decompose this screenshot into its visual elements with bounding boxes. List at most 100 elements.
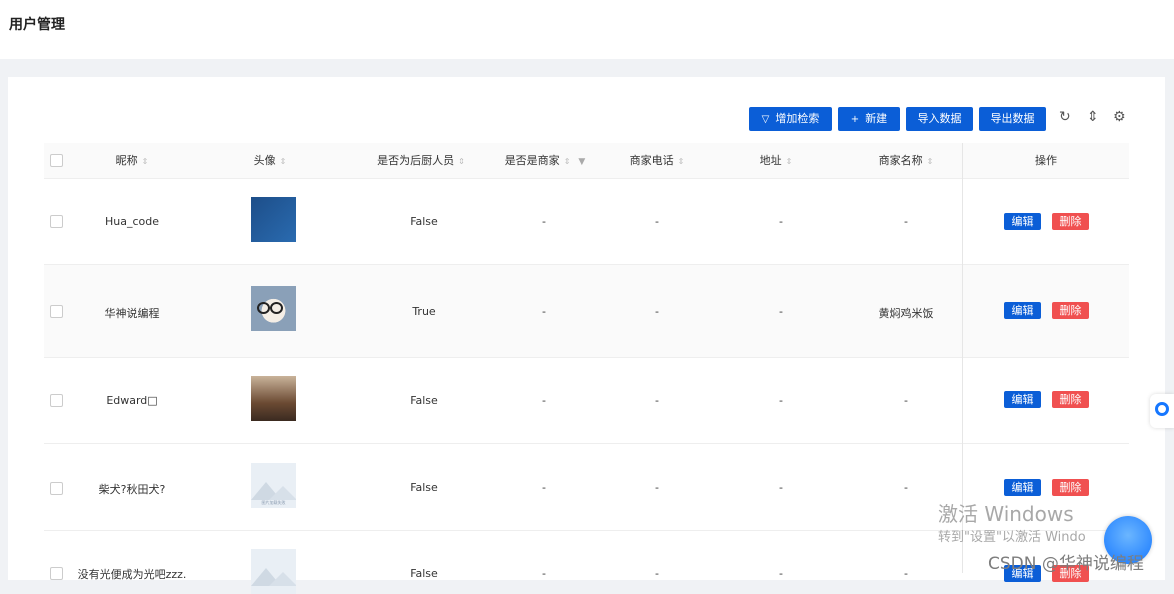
col-merchant-phone[interactable]: 商家电话 ⇕	[613, 143, 701, 178]
placeholder-text: 图片加载失败	[261, 500, 286, 505]
add-filter-label: 增加检索	[775, 112, 820, 125]
col-is-merchant[interactable]: 是否是商家 ⇕ ▼	[490, 143, 600, 178]
col-actions-label: 操作	[1035, 154, 1057, 167]
cell-merchant-phone: -	[655, 481, 659, 494]
sort-icon[interactable]: ⇕	[142, 157, 149, 166]
csdn-watermark: CSDN @华神说编程	[988, 554, 1144, 574]
cell-is-merchant: -	[542, 305, 546, 318]
edit-button[interactable]: 编辑	[1004, 479, 1041, 496]
row-checkbox[interactable]	[50, 482, 63, 495]
table-row: Edward□ False - - - - 编辑 删除	[44, 358, 1129, 444]
col-merchant-name-label: 商家名称	[878, 154, 923, 167]
avatar[interactable]	[251, 197, 296, 242]
col-nickname-label: 昵称	[115, 154, 138, 167]
col-avatar-label: 头像	[253, 154, 276, 167]
edit-button[interactable]: 编辑	[1004, 391, 1041, 408]
avatar[interactable]	[251, 376, 296, 421]
cell-merchant-name: 黄焖鸡米饭	[878, 307, 934, 320]
add-filter-button[interactable]: ▽ 增加检索	[749, 107, 832, 131]
cell-is-staff: True	[412, 305, 436, 318]
filter-icon[interactable]: ▼	[578, 157, 585, 167]
filter-icon: ▽	[761, 114, 770, 125]
avatar-placeholder[interactable]: 图片加载失败	[251, 463, 296, 508]
col-is-merchant-label: 是否是商家	[504, 154, 560, 167]
cell-merchant-name: -	[904, 567, 908, 580]
refresh-icon[interactable]: ↻	[1059, 109, 1071, 125]
cell-is-merchant: -	[542, 567, 546, 580]
delete-button[interactable]: 删除	[1052, 479, 1089, 496]
avatar[interactable]	[251, 286, 296, 331]
table-row: 华神说编程 True - - - 黄焖鸡米饭 编辑 删除	[44, 265, 1129, 358]
placeholder-mountain-icon	[269, 572, 296, 586]
cell-is-merchant: -	[542, 481, 546, 494]
table-header: 昵称 ⇕ 头像 ⇕ 是否为后厨人员 ⇕ 是否是商家 ⇕ ▼ 商家电话 ⇕ 地址 ⇕ 商家名称 ⇕…	[44, 143, 1129, 179]
import-button[interactable]: 导入数据	[906, 107, 973, 131]
col-merchant-name[interactable]: 商家名称 ⇕	[862, 143, 950, 178]
cell-merchant-name: -	[904, 394, 908, 407]
cell-merchant-name: -	[904, 481, 908, 494]
col-actions: 操作	[1006, 143, 1086, 178]
cell-is-staff: False	[410, 481, 438, 494]
cell-address: -	[779, 567, 783, 580]
settings-icon[interactable]: ⚙	[1113, 109, 1126, 125]
edit-button[interactable]: 编辑	[1004, 302, 1041, 319]
cell-nickname: 华神说编程	[104, 307, 160, 320]
delete-button[interactable]: 删除	[1052, 213, 1089, 230]
cell-nickname: 柴犬?秋田犬?	[98, 483, 166, 496]
cell-is-merchant: -	[542, 394, 546, 407]
select-all-checkbox[interactable]	[50, 154, 63, 167]
cell-nickname: Edward□	[106, 394, 158, 407]
avatar-placeholder[interactable]	[251, 549, 296, 594]
delete-button[interactable]: 删除	[1052, 391, 1089, 408]
table-row: Hua_code False - - - - 编辑 删除	[44, 179, 1129, 265]
sort-icon[interactable]: ⇕	[458, 157, 465, 166]
cell-is-staff: False	[410, 567, 438, 580]
column-height-icon[interactable]: ⇕	[1087, 109, 1099, 125]
cell-merchant-phone: -	[655, 567, 659, 580]
cell-is-staff: False	[410, 215, 438, 228]
placeholder-mountain-icon	[269, 486, 296, 500]
cell-merchant-phone: -	[655, 215, 659, 228]
cell-address: -	[779, 481, 783, 494]
sort-icon[interactable]: ⇕	[280, 157, 287, 166]
cell-merchant-name: -	[904, 215, 908, 228]
edit-button[interactable]: 编辑	[1004, 213, 1041, 230]
header: 用户管理	[0, 0, 1174, 59]
export-label: 导出数据	[990, 112, 1035, 125]
row-checkbox[interactable]	[50, 394, 63, 407]
plus-icon: +	[850, 114, 860, 125]
cell-address: -	[779, 305, 783, 318]
sort-icon[interactable]: ⇕	[678, 157, 685, 166]
col-address[interactable]: 地址 ⇕	[741, 143, 811, 178]
import-label: 导入数据	[917, 112, 962, 125]
col-address-label: 地址	[759, 154, 782, 167]
cell-address: -	[779, 394, 783, 407]
col-is-staff[interactable]: 是否为后厨人员 ⇕	[366, 143, 476, 178]
windows-activation-title: 激活 Windows	[938, 502, 1074, 526]
cell-is-staff: False	[410, 394, 438, 407]
side-assistant-tab[interactable]	[1150, 394, 1174, 428]
new-label: 新建	[865, 112, 888, 125]
cell-address: -	[779, 215, 783, 228]
col-nickname[interactable]: 昵称 ⇕	[92, 143, 172, 178]
cell-nickname: Hua_code	[104, 215, 159, 228]
cell-merchant-phone: -	[655, 305, 659, 318]
page-title: 用户管理	[9, 17, 65, 33]
row-checkbox[interactable]	[50, 215, 63, 228]
sort-icon[interactable]: ⇕	[927, 157, 934, 166]
row-checkbox[interactable]	[50, 305, 63, 318]
col-is-staff-label: 是否为后厨人员	[377, 154, 455, 167]
delete-button[interactable]: 删除	[1052, 302, 1089, 319]
sort-icon[interactable]: ⇕	[564, 157, 571, 166]
glasses-image	[257, 299, 289, 314]
cell-merchant-phone: -	[655, 394, 659, 407]
windows-activation-subtitle: 转到"设置"以激活 Windo	[938, 530, 1086, 545]
new-button[interactable]: + 新建	[838, 107, 900, 131]
row-checkbox[interactable]	[50, 567, 63, 580]
assistant-icon	[1155, 402, 1169, 416]
col-merchant-phone-label: 商家电话	[629, 154, 674, 167]
col-avatar[interactable]: 头像 ⇕	[230, 143, 310, 178]
export-button[interactable]: 导出数据	[979, 107, 1046, 131]
sort-icon[interactable]: ⇕	[786, 157, 793, 166]
cell-is-merchant: -	[542, 215, 546, 228]
